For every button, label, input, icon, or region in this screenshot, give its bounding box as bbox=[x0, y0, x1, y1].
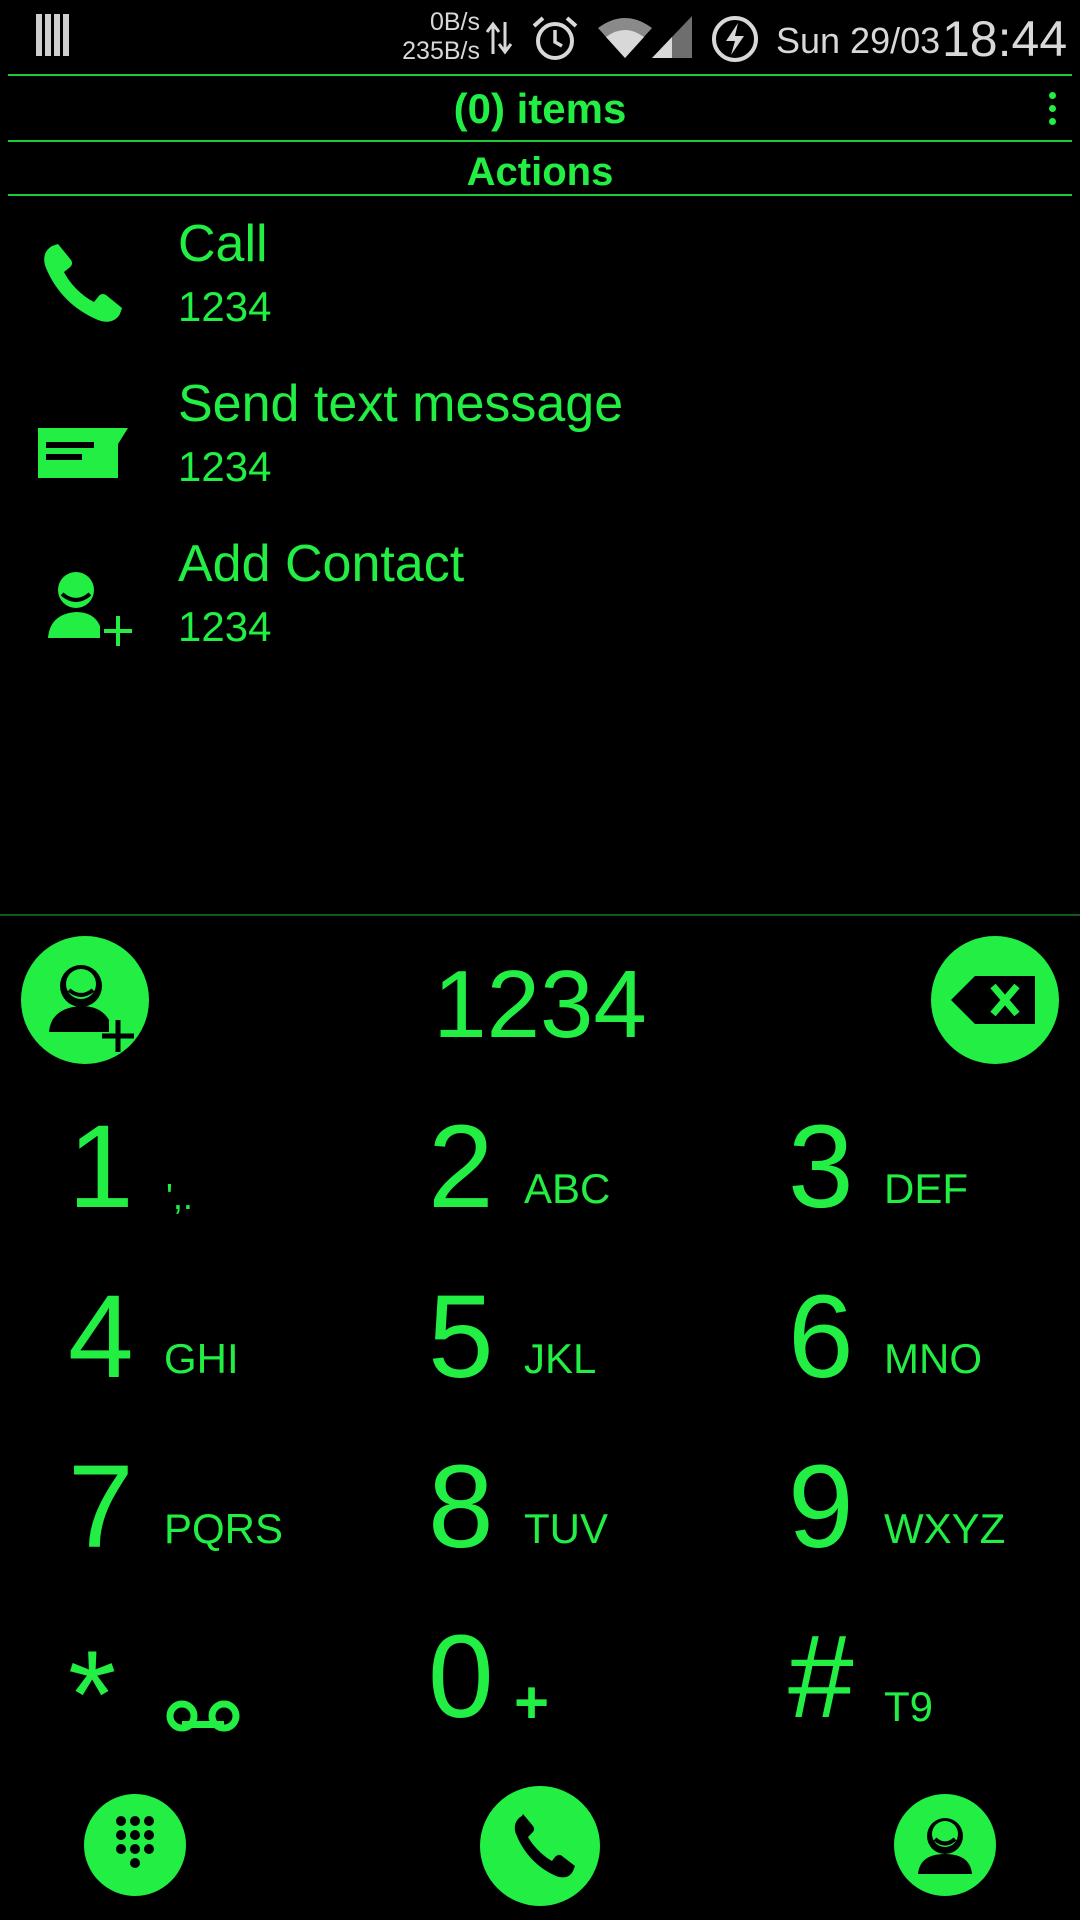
battery-charging-icon bbox=[712, 16, 758, 62]
network-speed: 0B/s 235B/s bbox=[384, 8, 480, 66]
dial-key-letters: MNO bbox=[884, 1335, 982, 1382]
action-title: Add Contact bbox=[178, 535, 465, 593]
header-top-divider bbox=[8, 74, 1072, 76]
message-icon bbox=[38, 428, 128, 478]
dial-key-9[interactable]: 9 WXYZ bbox=[788, 1442, 1080, 1592]
header-bottom-divider bbox=[8, 140, 1072, 142]
wifi-icon bbox=[598, 18, 652, 58]
action-number: 1234 bbox=[178, 283, 272, 330]
action-number: 1234 bbox=[178, 603, 272, 650]
add-contact-icon bbox=[48, 572, 132, 646]
status-date: Sun 29/03 bbox=[776, 20, 941, 61]
phone-icon bbox=[514, 1814, 575, 1878]
section-divider bbox=[8, 194, 1072, 196]
dial-key-digit: # bbox=[788, 1611, 854, 1743]
dial-key-0[interactable]: 0 + bbox=[428, 1612, 728, 1762]
net-up-text: 235B/s bbox=[402, 37, 480, 65]
backspace-icon bbox=[951, 976, 1035, 1024]
backspace-button[interactable] bbox=[931, 936, 1059, 1064]
dialer-number-display[interactable]: 1234 bbox=[300, 950, 780, 1060]
status-time: 18:44 bbox=[942, 11, 1068, 67]
dial-key-letters: + bbox=[514, 1669, 550, 1736]
action-send-text[interactable]: Send text message 1234 bbox=[0, 372, 1080, 522]
action-title: Call bbox=[178, 215, 268, 273]
dial-key-letters: PQRS bbox=[164, 1505, 284, 1552]
dial-key-2[interactable]: 2 ABC bbox=[428, 1102, 728, 1252]
phone-icon bbox=[44, 244, 122, 322]
dial-key-digit: 3 bbox=[788, 1101, 854, 1233]
dial-key-5[interactable]: 5 JKL bbox=[428, 1272, 728, 1422]
action-title: Send text message bbox=[178, 375, 624, 433]
dialpad-toggle-button[interactable] bbox=[84, 1794, 186, 1896]
dial-key-hash[interactable]: # T9 bbox=[788, 1612, 1080, 1762]
items-count-header: (0) items bbox=[453, 85, 627, 132]
dial-key-digit: 2 bbox=[428, 1101, 494, 1233]
dial-key-digit: 4 bbox=[68, 1271, 134, 1403]
dialer-divider bbox=[0, 914, 1080, 916]
dial-key-4[interactable]: 4 GHI bbox=[68, 1272, 368, 1422]
dial-key-8[interactable]: 8 TUV bbox=[428, 1442, 728, 1592]
dial-key-digit: 9 bbox=[788, 1441, 854, 1573]
dial-key-letters: T9 bbox=[884, 1683, 934, 1730]
dial-key-letters: DEF bbox=[884, 1165, 968, 1212]
dial-key-digit: 0 bbox=[428, 1611, 494, 1743]
action-number: 1234 bbox=[178, 443, 272, 490]
dial-key-star[interactable]: * bbox=[68, 1612, 368, 1762]
contacts-icon bbox=[918, 1818, 972, 1874]
dial-key-digit: 7 bbox=[68, 1441, 134, 1573]
alarm-icon bbox=[532, 16, 578, 60]
dial-key-digit: 1 bbox=[68, 1101, 134, 1233]
call-button[interactable] bbox=[480, 1786, 600, 1906]
dial-key-letters: ',. bbox=[166, 1176, 193, 1217]
dialpad-icon bbox=[116, 1816, 154, 1868]
net-down-text: 0B/s bbox=[429, 8, 480, 36]
action-add-contact[interactable]: Add Contact 1234 bbox=[0, 532, 1080, 682]
dial-key-letters: WXYZ bbox=[884, 1505, 1006, 1552]
dial-key-6[interactable]: 6 MNO bbox=[788, 1272, 1080, 1422]
add-contact-icon bbox=[49, 965, 134, 1052]
action-call[interactable]: Call 1234 bbox=[0, 212, 1080, 362]
dial-key-letters: TUV bbox=[524, 1505, 608, 1552]
notification-bars-icon bbox=[36, 14, 69, 56]
data-transfer-icon bbox=[485, 21, 513, 55]
dial-key-letters: GHI bbox=[164, 1335, 239, 1382]
voicemail-icon bbox=[166, 1700, 240, 1732]
dial-key-digit: 5 bbox=[428, 1271, 494, 1403]
dial-key-digit: 8 bbox=[428, 1441, 494, 1573]
status-bar: 0B/s 235B/s Sun 29/03 18:44 bbox=[0, 0, 1080, 74]
dial-key-digit: 6 bbox=[788, 1271, 854, 1403]
overflow-menu-icon[interactable] bbox=[1046, 92, 1058, 126]
dial-key-letters: ABC bbox=[524, 1165, 611, 1212]
dial-key-digit: * bbox=[68, 1626, 117, 1764]
contacts-button[interactable] bbox=[894, 1794, 996, 1896]
add-contact-button[interactable] bbox=[21, 936, 149, 1064]
dial-key-1[interactable]: 1 ',. bbox=[68, 1102, 368, 1252]
signal-icon bbox=[652, 16, 692, 58]
dial-key-7[interactable]: 7 PQRS bbox=[68, 1442, 368, 1592]
dial-key-letters: JKL bbox=[524, 1335, 597, 1382]
actions-section-title: Actions bbox=[466, 150, 614, 194]
dial-key-3[interactable]: 3 DEF bbox=[788, 1102, 1080, 1252]
